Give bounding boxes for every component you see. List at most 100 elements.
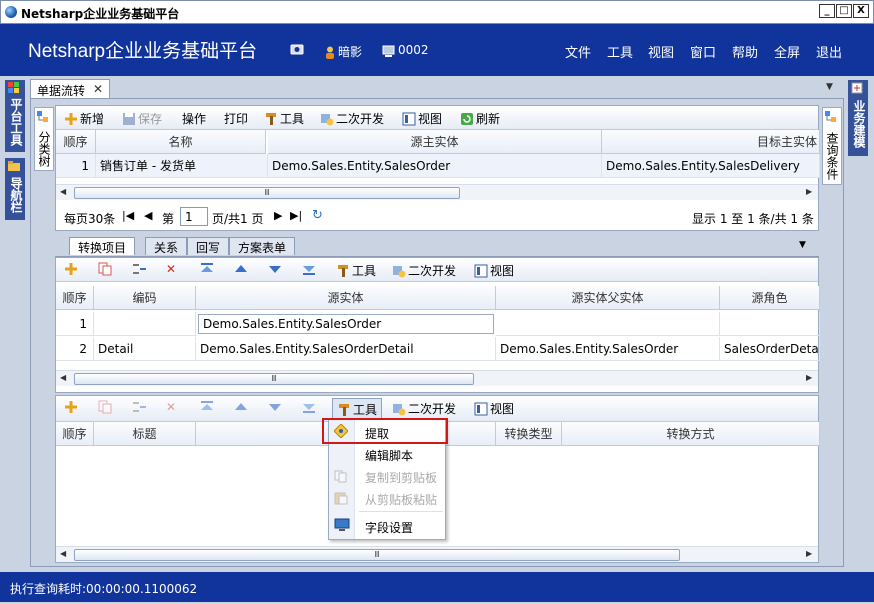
camera-icon[interactable]	[290, 43, 304, 58]
category-tree-tab[interactable]: 分类树	[34, 107, 54, 171]
subtab-dropdown-icon[interactable]: ▼	[799, 240, 806, 250]
scroll-right-icon[interactable]: ▶	[806, 187, 812, 196]
menu-item-paste-clipboard[interactable]: 从剪贴板粘贴	[365, 491, 437, 508]
paste-icon	[334, 491, 348, 508]
move-up-icon[interactable]	[234, 262, 250, 276]
col-header-order[interactable]: 顺序	[56, 422, 94, 446]
menu-help[interactable]: 帮助	[732, 42, 758, 61]
menu-item-copy-clipboard[interactable]: 复制到剪贴板	[365, 469, 437, 486]
tab-relations[interactable]: 关系	[145, 237, 188, 255]
move-down-icon[interactable]	[268, 262, 284, 276]
insert-mapping-icon[interactable]	[132, 400, 148, 414]
add-item-icon[interactable]	[64, 262, 80, 276]
view-button[interactable]: 视图	[402, 110, 442, 127]
col-header-target-entity[interactable]: 目标主实体	[602, 130, 820, 154]
print-button[interactable]: 打印	[224, 110, 248, 127]
user-info: 暗影	[325, 43, 362, 60]
col-header-source-entity[interactable]: 源主实体	[268, 130, 602, 154]
reload-icon[interactable]: ↻	[312, 208, 323, 223]
cell-source-parent	[496, 312, 720, 336]
col-header-order[interactable]: 顺序	[56, 130, 96, 154]
col-header-source-parent[interactable]: 源实体父实体	[496, 286, 720, 310]
tab-conversion-items[interactable]: 转换项目	[69, 237, 136, 255]
next-page-icon[interactable]: ▶	[274, 209, 282, 222]
menu-file[interactable]: 文件	[565, 42, 591, 61]
per-page-label: 每页30条	[64, 212, 116, 226]
col-header-title[interactable]: 标题	[94, 422, 196, 446]
copy-icon	[334, 469, 348, 486]
minimize-button[interactable]: _	[819, 4, 835, 18]
menu-view[interactable]: 视图	[648, 42, 674, 61]
col-header-conversion-type[interactable]: 转换类型	[496, 422, 562, 446]
save-button[interactable]: 保存	[122, 110, 162, 127]
menu-window[interactable]: 窗口	[690, 42, 716, 61]
scroll-thumb[interactable]: Ⅲ	[74, 187, 460, 199]
menu-tools[interactable]: 工具	[607, 42, 633, 61]
tools-button[interactable]: 工具	[264, 110, 304, 127]
pager-summary: 显示 1 至 1 条/共 1 条	[692, 212, 814, 226]
page-input[interactable]	[180, 207, 208, 226]
items-dev-button[interactable]: 二次开发	[392, 262, 456, 279]
scroll-left-icon[interactable]: ◀	[60, 187, 66, 196]
move-top-icon[interactable]	[200, 400, 216, 414]
mapping-dev-button[interactable]: 二次开发	[392, 400, 456, 417]
insert-item-icon[interactable]	[132, 262, 148, 276]
dev-icon	[321, 114, 334, 126]
new-button[interactable]: 新增	[64, 110, 104, 127]
add-mapping-icon[interactable]	[64, 400, 80, 414]
delete-item-icon[interactable]: ✕	[166, 262, 176, 276]
copy-item-icon[interactable]	[98, 262, 114, 276]
col-header-order[interactable]: 顺序	[56, 286, 94, 310]
refresh-button[interactable]: 刷新	[460, 110, 500, 127]
prev-page-icon[interactable]: ◀	[144, 209, 152, 222]
maximize-button[interactable]: □	[836, 4, 852, 18]
mapping-hscrollbar[interactable]: ◀ Ⅲ ▶	[56, 546, 818, 562]
left-sidebar: 平台工具 导航栏	[5, 80, 25, 220]
master-hscrollbar[interactable]: ◀ Ⅲ ▶	[56, 184, 818, 200]
query-conditions-tab[interactable]: 查询条件	[822, 107, 842, 185]
sidebar-tab-navigation[interactable]: 导航栏	[5, 158, 25, 220]
first-page-icon[interactable]: |◀	[122, 209, 134, 222]
tab-writeback[interactable]: 回写	[187, 237, 230, 255]
move-up-icon[interactable]	[234, 400, 250, 414]
move-top-icon[interactable]	[200, 262, 216, 276]
cell-source-entity-editor[interactable]: Demo.Sales.Entity.SalesOrder	[198, 314, 494, 334]
last-page-icon[interactable]: ▶|	[290, 209, 302, 222]
menu-item-field-settings[interactable]: 字段设置	[365, 519, 413, 536]
scroll-left-icon[interactable]: ◀	[60, 549, 66, 558]
cell-name: 销售订单 - 发货单	[96, 154, 268, 178]
save-icon	[123, 113, 135, 125]
col-header-name[interactable]: 名称	[96, 130, 266, 154]
scroll-right-icon[interactable]: ▶	[806, 549, 812, 558]
move-bottom-icon[interactable]	[302, 400, 318, 414]
tab-dropdown-icon[interactable]: ▼	[826, 82, 833, 92]
copy-mapping-icon[interactable]	[98, 400, 114, 414]
scroll-left-icon[interactable]: ◀	[60, 373, 66, 382]
secondary-dev-button[interactable]: 二次开发	[320, 110, 384, 127]
tab-scheme-form[interactable]: 方案表单	[229, 237, 296, 255]
status-bar: 执行查询耗时:00:00:00.1100062	[0, 572, 874, 602]
col-header-code[interactable]: 编码	[94, 286, 196, 310]
scroll-right-icon[interactable]: ▶	[806, 373, 812, 382]
sidebar-tab-business-modeling[interactable]: 业务建模	[848, 80, 868, 156]
menu-exit[interactable]: 退出	[816, 42, 842, 61]
delete-mapping-icon[interactable]: ✕	[166, 400, 176, 414]
close-button[interactable]: X	[853, 4, 869, 18]
close-tab-icon[interactable]: ✕	[93, 82, 103, 96]
items-hscrollbar[interactable]: ◀ Ⅲ ▶	[56, 370, 818, 386]
mapping-view-button[interactable]: 视图	[474, 400, 514, 417]
move-bottom-icon[interactable]	[302, 262, 318, 276]
menu-item-edit-script[interactable]: 编辑脚本	[365, 447, 413, 464]
scroll-thumb[interactable]: Ⅲ	[74, 373, 474, 385]
col-header-source-role[interactable]: 源角色	[720, 286, 820, 310]
col-header-source-entity[interactable]: 源实体	[196, 286, 496, 310]
col-header-conversion-method[interactable]: 转换方式	[562, 422, 820, 446]
operate-button[interactable]: 操作	[182, 110, 206, 127]
items-tools-button[interactable]: 工具	[336, 262, 376, 279]
menu-fullscreen[interactable]: 全屏	[774, 42, 800, 61]
move-down-icon[interactable]	[268, 400, 284, 414]
sidebar-tab-platform-tools[interactable]: 平台工具	[5, 80, 25, 152]
items-view-button[interactable]: 视图	[474, 262, 514, 279]
scroll-thumb[interactable]: Ⅲ	[74, 549, 680, 561]
tab-document-flow[interactable]: 单据流转 ✕	[30, 79, 110, 98]
